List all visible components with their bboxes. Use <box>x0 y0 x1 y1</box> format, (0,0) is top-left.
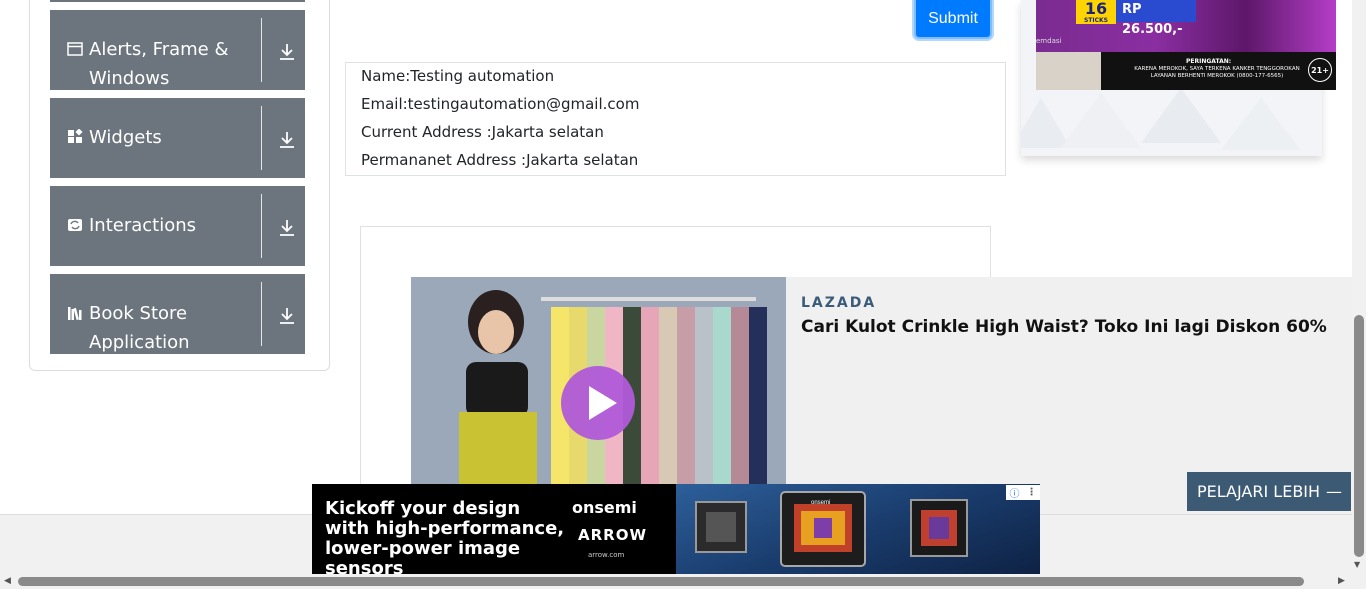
play-icon[interactable] <box>559 364 637 442</box>
chip-brand: onsemi <box>811 500 830 506</box>
book-store-icon <box>68 307 82 321</box>
sidebar-group-label: Widgets <box>89 127 162 148</box>
divider <box>261 18 262 82</box>
window-icon <box>67 42 83 56</box>
adchoices-icon[interactable]: ⓘ ⋮ <box>1006 485 1040 500</box>
info-icon[interactable]: ⓘ <box>1010 485 1020 500</box>
widgets-icon <box>68 129 83 143</box>
bottom-banner-ad[interactable]: Kickoff your design with high-performanc… <box>312 484 1040 574</box>
sticks-number: 16 <box>1084 0 1108 18</box>
sidebar-group-label: Alerts, Frame & Windows <box>89 39 229 89</box>
interactions-icon <box>68 219 82 231</box>
output-name: Name:Testing automation <box>361 67 555 85</box>
sidebar-group-widgets[interactable]: Widgets <box>50 98 305 178</box>
onsemi-logo: onsemi <box>572 498 637 517</box>
sidebar-group-previous[interactable] <box>50 0 305 2</box>
horizontal-scroll-thumb[interactable] <box>18 577 1304 586</box>
ad-headline[interactable]: Cari Kulot Crinkle High Waist? Toko Ini … <box>801 317 1327 337</box>
ad-message: Kickoff your design with high-performanc… <box>325 498 565 575</box>
download-icon[interactable] <box>277 130 297 150</box>
ad-brand: LAZADA <box>801 295 877 311</box>
age-badge: 21+ <box>1308 58 1332 82</box>
divider <box>261 194 262 258</box>
scrollbar-corner <box>1352 574 1366 589</box>
ad-video-thumbnail[interactable] <box>411 277 786 514</box>
cigarette-ad[interactable]: 16 STICKS RP 26.500,- emdasi PERINGATAN:… <box>1036 0 1336 90</box>
ad-url: arrow.com <box>588 551 625 559</box>
ad-fragment-text: emdasi <box>1036 37 1062 45</box>
sidebar-group-label: Interactions <box>89 215 197 236</box>
submit-button[interactable]: Submit <box>914 0 992 39</box>
warning-title: PERINGATAN: <box>1186 58 1232 65</box>
download-icon[interactable] <box>277 218 297 238</box>
download-icon[interactable] <box>277 42 297 62</box>
download-icon[interactable] <box>277 306 297 326</box>
output-permanent-address: Permananet Address :Jakarta selatan <box>361 151 639 169</box>
warning-photo <box>1036 52 1101 90</box>
scroll-right-arrow-icon[interactable]: ▶ <box>1338 576 1345 586</box>
divider <box>261 106 262 170</box>
sidebar-group-interactions[interactable]: Interactions <box>50 186 305 266</box>
dash-icon: — <box>1326 482 1343 501</box>
more-options-icon[interactable]: ⋮ <box>1027 487 1037 498</box>
chip-image: onsemi <box>676 484 1040 574</box>
sticks-label: STICKS <box>1083 17 1109 24</box>
sidebar-group-book-store[interactable]: Book Store Application <box>50 274 305 354</box>
warning-text: KARENA MEROKOK, SAYA TERKENA KANKER TENG… <box>1134 66 1300 79</box>
chip-graphics: onsemi <box>695 491 968 567</box>
scroll-down-arrow-icon[interactable]: ▼ <box>1354 560 1360 569</box>
sidebar-group-alerts[interactable]: Alerts, Frame & Windows <box>50 10 305 90</box>
output-email: Email:testingautomation@gmail.com <box>361 95 640 113</box>
vertical-scroll-thumb[interactable] <box>1354 315 1364 557</box>
output-panel: Name:Testing automation Email:testingaut… <box>345 62 1006 176</box>
arrow-logo: ARROW <box>578 526 648 544</box>
price-tag: RP 26.500,- <box>1116 0 1196 37</box>
output-current-address: Current Address :Jakarta selatan <box>361 123 604 141</box>
pattern-background <box>1021 88 1301 150</box>
sidebar-group-label: Book Store Application <box>89 303 190 353</box>
divider <box>261 282 262 346</box>
learn-more-button[interactable]: PELAJARI LEBIH — <box>1187 472 1351 511</box>
learn-more-label: PELAJARI LEBIH <box>1197 482 1321 501</box>
sticks-badge: 16 STICKS <box>1076 0 1116 24</box>
scroll-left-arrow-icon[interactable]: ◀ <box>4 576 11 586</box>
